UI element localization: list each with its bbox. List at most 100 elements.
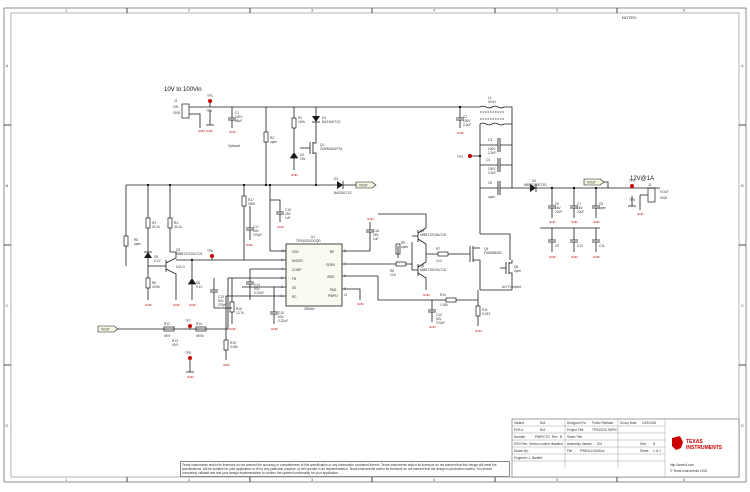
vout-tag-top: VOUT: [355, 181, 377, 189]
svg-text:9.1V: 9.1V: [154, 259, 161, 263]
svg-text:SVN Rev: Version control disab: SVN Rev: Version control disabled: [514, 442, 563, 446]
svg-text:Number: Number: [514, 435, 526, 439]
svg-text:open: open: [488, 195, 495, 199]
svg-text:GND: GND: [229, 130, 237, 134]
svg-text:22uF: 22uF: [577, 210, 584, 214]
svg-text:2.2uF: 2.2uF: [488, 171, 496, 175]
output-caps: C6 16V 22uF C7 16V 22uF C8 open GND GND …: [540, 188, 606, 259]
svg-text:49.9k: 49.9k: [152, 285, 160, 289]
svg-text:© Texas Instruments 2015: © Texas Instruments 2015: [670, 469, 707, 473]
notes-label: NOTES:: [622, 15, 637, 20]
svg-text:Engineer: J. Bartlett: Engineer: J. Bartlett: [514, 456, 542, 460]
tp4-label: TP4: [629, 179, 635, 183]
svg-text:BAS16HT1G: BAS16HT1G: [322, 120, 341, 124]
svg-text:100k: 100k: [298, 120, 305, 124]
svg-text:GND: GND: [457, 131, 465, 135]
svg-text:12/3/2015: 12/3/2015: [642, 421, 656, 425]
d6-zener: D6 9.1V GND: [188, 260, 203, 307]
svg-text:TPS40210 SEPIC: TPS40210 SEPIC: [592, 428, 618, 432]
svg-text:FB: FB: [292, 277, 296, 281]
svg-text:10.0: 10.0: [390, 273, 396, 277]
svg-text:Designed For: Designed For: [567, 421, 587, 425]
svg-text:PWP/CTG: PWP/CTG: [535, 435, 550, 439]
row-b: B: [6, 183, 9, 188]
svg-text:GND: GND: [173, 111, 181, 115]
svg-text:INSTRUMENTS: INSTRUMENTS: [686, 445, 723, 451]
vout-tag-left: VOUT: [97, 278, 229, 333]
svg-text:1uF: 1uF: [285, 216, 291, 220]
svg-text:MMBT2907ALT1G: MMBT2907ALT1G: [420, 268, 447, 272]
svg-text:GND: GND: [357, 302, 365, 306]
d3-diode: D3 BAS16LT1G: [316, 177, 356, 195]
svg-text:N/A: N/A: [540, 421, 546, 425]
svg-text:9.1V: 9.1V: [196, 285, 203, 289]
svg-text:GND: GND: [549, 255, 557, 259]
tp4-dot: [630, 184, 634, 188]
outer-frame: [3, 7, 747, 483]
c16-capacitor: C16 25V 1uF GND: [270, 199, 292, 229]
tp3-dot: [468, 154, 472, 158]
svg-text:Project Title: Project Title: [567, 428, 584, 432]
svg-text:GND: GND: [206, 129, 214, 133]
r12-resistor: R12 49.9: [163, 322, 175, 338]
svg-text:Drawn By:: Drawn By:: [514, 449, 529, 453]
tp6-dot: [210, 254, 214, 258]
svg-text:30.1k: 30.1k: [152, 225, 160, 229]
svg-text:GND: GND: [223, 363, 231, 367]
col-1-bottom: 1: [65, 477, 68, 482]
svg-text:B: B: [560, 435, 562, 439]
col-6-bottom: 6: [683, 477, 686, 482]
svg-text:30.1k: 30.1k: [174, 225, 182, 229]
c1-capacitor: C1 100V 68uF Optional GND: [228, 107, 243, 148]
svg-text:270pF: 270pF: [436, 321, 445, 325]
vout-tag-right: VOUT: [583, 178, 609, 188]
svg-text:C10: C10: [577, 244, 583, 248]
r13-value: 49.9: [172, 343, 178, 347]
r6-resistor: R6 49.9k GND: [145, 277, 160, 307]
svg-text:Assembly Variant: Assembly Variant: [567, 442, 592, 446]
svg-text:Size: Size: [640, 442, 646, 446]
column-markers: 1 2 3 4 5 6 1 2 3 4 5 6: [65, 8, 686, 482]
c17-capacitor: C17 50V 270pF GND: [246, 206, 262, 247]
disclaimer: Texas Instruments and/or its licensors d…: [180, 461, 510, 477]
svg-text:GND: GND: [277, 225, 285, 229]
svg-text:12.7k: 12.7k: [236, 311, 244, 315]
row-c: C: [6, 303, 9, 308]
svg-text:VOUT: VOUT: [359, 184, 368, 188]
svg-text:SS: SS: [292, 286, 296, 290]
svg-text:GND: GND: [367, 217, 375, 221]
col-5-bottom: 5: [556, 477, 559, 482]
svg-text:C9: C9: [555, 244, 559, 248]
row-a-right: A: [741, 63, 744, 68]
schematic-sheet: 1 2 3 4 5 6 1 2 3 4 5 6 A B C D A B C D …: [0, 0, 750, 487]
svg-text:GND: GND: [571, 255, 579, 259]
svg-text:Public Release: Public Release: [592, 421, 613, 425]
tp7-dot: [188, 324, 192, 328]
svg-text:DIS/EN: DIS/EN: [292, 259, 303, 263]
svg-text:15V: 15V: [300, 157, 307, 161]
svg-text:PCB #: PCB #: [514, 428, 523, 432]
svg-text:VOUT: VOUT: [587, 181, 596, 185]
tp1-label: TP1: [207, 94, 213, 98]
svg-text:R12: R12: [164, 322, 170, 326]
svg-text:MBRS3200T3G: MBRS3200T3G: [524, 183, 547, 187]
row-d: D: [6, 423, 9, 428]
svg-text:GND: GND: [429, 325, 437, 329]
row-b-right: B: [741, 183, 744, 188]
svg-text:C3: C3: [488, 138, 492, 142]
svg-text:PAD: PAD: [330, 288, 337, 292]
q4-mosfet: Q4 FDMS86200: [460, 246, 502, 290]
q6-mosfet: Q6 open ALT Footprint: [480, 233, 521, 290]
svg-text:22uF: 22uF: [555, 210, 562, 214]
svg-text:GND: GND: [187, 375, 195, 379]
c15-capacitor: C15 50V 0.22uF GND: [270, 287, 288, 331]
svg-text:B: B: [653, 442, 655, 446]
col-3-bottom: 3: [311, 477, 314, 482]
r1-resistor: R1 100k: [291, 107, 305, 148]
tp2-label: TP2: [206, 109, 212, 113]
svg-text:D3: D3: [334, 177, 338, 181]
svg-text:ZXMN3A01FTA: ZXMN3A01FTA: [320, 147, 343, 151]
svg-text:GND: GND: [271, 327, 279, 331]
d5-zener: D5 9.1V: [144, 251, 161, 278]
svg-text:49.9k: 49.9k: [196, 334, 204, 338]
